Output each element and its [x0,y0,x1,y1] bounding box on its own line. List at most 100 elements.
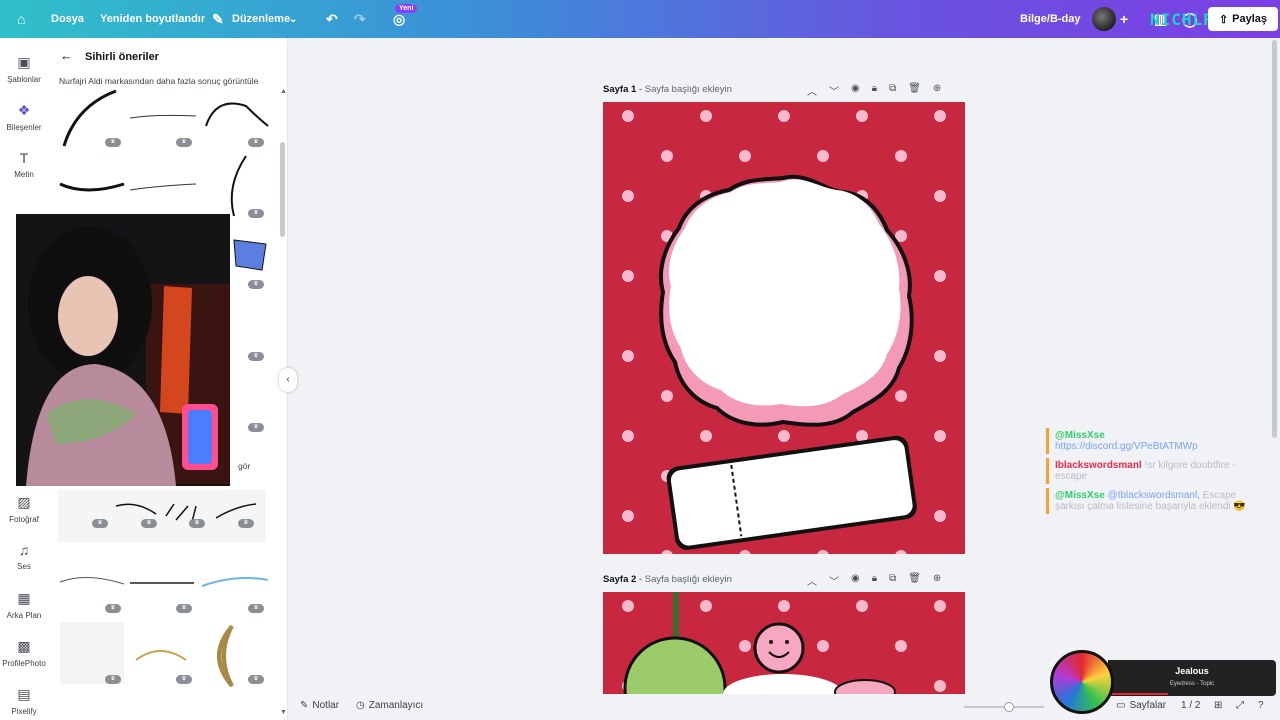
element-sunrise[interactable] [135,650,187,661]
premium-crown-icon: ♛ [248,209,264,218]
rail-item-label: Ses [17,562,31,571]
rail-item-templates[interactable]: ▣ Şablonlar [0,54,48,84]
new-badge: Yeni [395,4,418,13]
see-all-link[interactable]: gör [238,461,250,471]
notes-icon: ✎ [300,700,309,711]
rail-item-audio[interactable]: ♫ Ses [0,542,48,571]
page-label: Sayfa 1 [603,84,637,95]
album-art [1050,650,1114,714]
scroll-up-icon[interactable]: ▲ [280,88,287,95]
premium-crown-icon: ♛ [248,138,264,147]
premium-crown-icon: ♛ [141,519,157,528]
share-label: Paylaş [1232,13,1268,25]
rail-item-text[interactable]: T Metin [0,150,48,179]
duplicate-icon[interactable]: ⧉ [889,83,896,98]
rail-item-elements[interactable]: ❖ Bileşenler [0,102,48,132]
trash-icon[interactable]: 🗑︎ [908,83,921,98]
song-title: Jealous [1175,666,1209,676]
grid-view-icon[interactable]: ⊞ [1214,700,1222,711]
element-curl[interactable] [230,155,247,217]
zoom-slider-handle[interactable] [1004,702,1014,712]
premium-crown-icon: ♛ [189,519,205,528]
pages-icon: ▭ [1116,700,1126,711]
chat-username: @MissXse [1055,430,1105,441]
premium-crown-icon: ♛ [176,138,192,147]
trash-icon[interactable]: 🗑︎ [908,573,921,588]
hide-icon[interactable]: ◉ [851,83,860,98]
page-1-toolbar: ︿ ﹀ ◉ 🔒︎ ⧉ 🗑︎ ⊕ [807,83,941,98]
rail-item-profile-photo[interactable]: ▩ ProfilePhoto [0,638,48,668]
rail-item-background[interactable]: ▦ Arka Plan [0,590,48,620]
home-icon[interactable]: ⌂ [17,0,25,38]
elements-icon: ❖ [17,102,31,118]
chat-message: Iblackswordsmanl !sr kilgore doubtfire -… [1046,458,1256,484]
element-group-card[interactable] [58,490,266,542]
element-moon[interactable] [217,624,234,688]
chevron-up-icon[interactable]: ︿ [807,573,817,588]
element-line[interactable] [129,114,197,119]
element-brush-stroke[interactable] [59,182,125,192]
webcam-overlay [14,212,232,488]
zoom-slider[interactable] [964,702,1044,712]
rail-item-label: Bileşenler [6,123,42,132]
chat-message: @MissXse @Iblackswordsmanl, Escape şarkı… [1046,488,1256,514]
redo-icon[interactable]: ↷ [354,0,366,38]
panel-scrollbar[interactable] [280,142,285,237]
add-page-icon[interactable]: ⊕ [933,573,941,588]
bottom-bar: ✎ Notlar ◷ Zamanlayıcı ▭ Sayfalar 1 / 2 … [288,694,1280,720]
collapse-panel-button[interactable]: ‹ [279,368,297,392]
page-2-header: Sayfa 2 - Sayfa başlığı ekleyin [603,574,732,585]
back-arrow-icon[interactable]: ← [60,48,73,63]
page-label: Sayfa 2 [603,574,637,585]
avatar[interactable] [1092,7,1116,31]
brand-results-link[interactable]: Nurfajri Aldi markasından daha fazla son… [59,76,258,86]
help-icon[interactable]: ? [1258,700,1264,711]
project-title[interactable]: Bilge/B-day [1020,0,1081,38]
chevron-down-icon[interactable]: ⌄ [289,0,297,38]
hide-icon[interactable]: ◉ [851,573,860,588]
scroll-down-icon[interactable]: ▼ [280,709,287,716]
resize-button[interactable]: Yeniden boyutlandır [100,0,205,38]
smiley-face[interactable] [753,622,805,674]
undo-icon[interactable]: ↶ [326,0,338,38]
rail-item-photo[interactable]: ▨ Fotoğraf [0,494,48,524]
edit-menu[interactable]: Düzenleme [232,0,290,38]
add-page-icon[interactable]: ⊕ [933,83,941,98]
now-playing-widget: Jealous Eyedress - Topic [1108,660,1276,696]
wavy-frame[interactable] [668,179,901,407]
duplicate-icon[interactable]: ⧉ [889,573,896,588]
page-1-canvas[interactable] [603,102,965,554]
lock-icon[interactable]: 🔒︎ [872,83,877,98]
share-button[interactable]: ⇧ Paylaş [1208,7,1278,31]
file-menu[interactable]: Dosya [51,0,84,38]
premium-crown-icon: ♛ [92,519,108,528]
rail-item-pixelify[interactable]: ▤ Pixelify [0,686,48,716]
audio-icon: ♫ [18,542,30,558]
fullscreen-icon[interactable]: ⤢ [1236,700,1244,711]
element-thin-line[interactable] [129,183,197,191]
photo-icon: ▨ [17,494,31,510]
chevron-up-icon[interactable]: ︿ [807,83,817,98]
pixelify-icon: ▤ [17,686,31,702]
lock-icon[interactable]: 🔒︎ [872,573,877,588]
webcam-person-image [16,214,230,486]
chat-username: @MissXse [1055,490,1105,501]
rail-item-label: Metin [14,170,34,179]
chevron-down-icon[interactable]: ﹀ [829,83,839,98]
element-squiggle[interactable] [59,576,125,585]
element-blue-wave[interactable] [201,577,269,587]
pages-button[interactable]: ▭ Sayfalar [1116,700,1166,711]
page-2-canvas[interactable] [603,592,965,694]
canvas-scrollbar[interactable] [1272,40,1277,438]
chevron-down-icon[interactable]: ﹀ [829,573,839,588]
element-wave[interactable] [205,102,269,127]
premium-crown-icon: ♛ [176,675,192,684]
page-title-input[interactable]: Sayfa başlığı ekleyin [645,84,732,95]
notes-button[interactable]: ✎ Notlar [300,700,339,711]
timer-button[interactable]: ◷ Zamanlayıcı [356,700,423,711]
page-title-input[interactable]: Sayfa başlığı ekleyin [645,574,732,585]
chat-mention: @Iblackswordsmanl, [1107,490,1200,501]
add-collaborator-icon[interactable]: + [1120,0,1128,38]
element-blue-shape[interactable] [233,239,267,271]
premium-crown-icon: ♛ [248,352,264,361]
